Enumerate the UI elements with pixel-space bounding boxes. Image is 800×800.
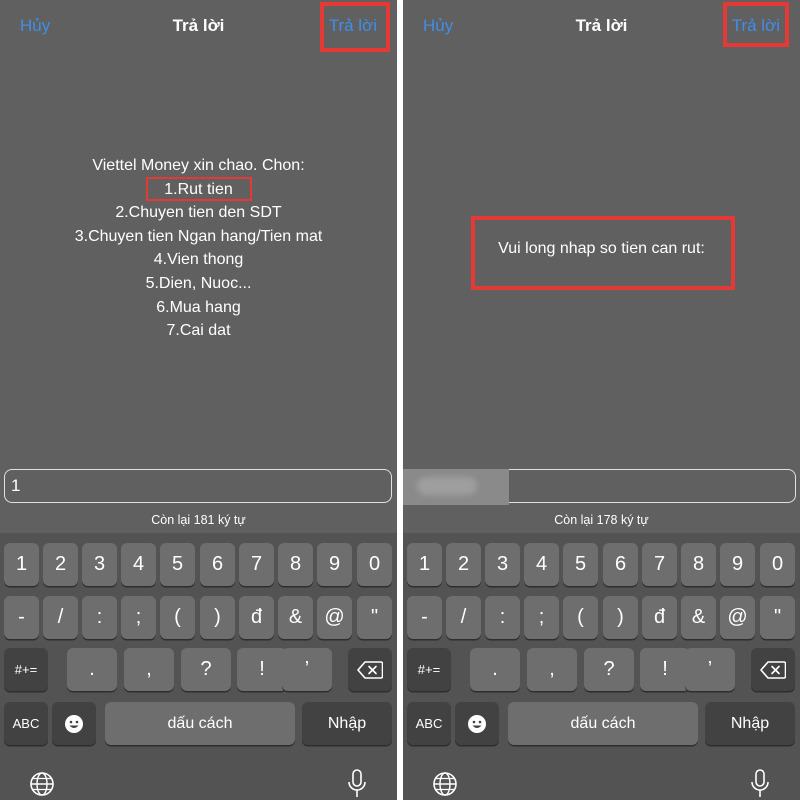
key[interactable]: . [470, 648, 520, 691]
key[interactable]: 3 [485, 543, 520, 586]
character-counter: Còn lại 181 ký tự [151, 513, 246, 527]
key[interactable]: / [446, 596, 481, 639]
key[interactable]: ’ [685, 648, 735, 691]
menu-option: 6.Mua hang [156, 298, 241, 316]
key[interactable]: 6 [200, 543, 235, 586]
key[interactable]: 9 [317, 543, 352, 586]
key[interactable]: / [43, 596, 78, 639]
backspace-key[interactable] [751, 648, 795, 691]
key[interactable]: ? [181, 648, 231, 691]
reply-input[interactable]: 1 [4, 469, 392, 503]
screen-right: Hủy Trả lời Trả lời Vui long nhap so tie… [403, 0, 800, 800]
key[interactable]: @ [720, 596, 755, 639]
key[interactable]: " [760, 596, 795, 639]
key[interactable]: ! [640, 648, 690, 691]
key[interactable]: ( [563, 596, 598, 639]
key[interactable]: : [485, 596, 520, 639]
key[interactable]: 7 [239, 543, 274, 586]
emoji-key[interactable] [52, 702, 96, 745]
option-highlight [146, 177, 252, 201]
key[interactable]: & [278, 596, 313, 639]
key[interactable]: ( [160, 596, 195, 639]
keyboard: 1 2 3 4 5 6 7 8 9 0 - / : ; ( ) đ & @ " … [0, 533, 397, 800]
key[interactable]: @ [317, 596, 352, 639]
key[interactable]: đ [642, 596, 677, 639]
reply-button-highlight [723, 2, 789, 47]
key[interactable]: , [124, 648, 174, 691]
key[interactable]: 0 [760, 543, 795, 586]
menu-option: 2.Chuyen tien den SDT [115, 204, 282, 222]
key[interactable]: 6 [603, 543, 638, 586]
menu-option: 3.Chuyen tien Ngan hang/Tien mat [74, 227, 323, 245]
key[interactable]: 1 [407, 543, 442, 586]
navigation-bar: Hủy Trả lời Trả lời [403, 0, 800, 52]
key[interactable]: 5 [160, 543, 195, 586]
menu-option: 7.Cai dat [166, 322, 231, 340]
abc-key[interactable]: ABC [4, 702, 48, 745]
key[interactable]: đ [239, 596, 274, 639]
microphone-icon[interactable] [749, 769, 771, 799]
symbols-mode-key[interactable]: #+= [407, 648, 451, 691]
key[interactable]: ! [237, 648, 287, 691]
key[interactable]: 1 [4, 543, 39, 586]
key[interactable]: . [67, 648, 117, 691]
key[interactable]: ) [200, 596, 235, 639]
space-key[interactable]: dấu cách [508, 702, 698, 745]
microphone-icon[interactable] [346, 769, 368, 799]
key[interactable]: 0 [357, 543, 392, 586]
globe-icon[interactable] [432, 771, 458, 797]
menu-option: 4.Vien thong [153, 251, 244, 269]
key[interactable]: : [82, 596, 117, 639]
key[interactable]: 4 [524, 543, 559, 586]
redacted-input-area [403, 469, 509, 505]
menu-greeting: Viettel Money xin chao. Chon: [92, 157, 305, 174]
key[interactable]: 2 [446, 543, 481, 586]
space-key[interactable]: dấu cách [105, 702, 295, 745]
key[interactable]: , [527, 648, 577, 691]
key[interactable]: 8 [681, 543, 716, 586]
key[interactable]: 7 [642, 543, 677, 586]
emoji-key[interactable] [455, 702, 499, 745]
key[interactable]: 4 [121, 543, 156, 586]
backspace-key[interactable] [348, 648, 392, 691]
key[interactable]: ? [584, 648, 634, 691]
key[interactable]: 5 [563, 543, 598, 586]
return-key[interactable]: Nhập [302, 702, 392, 745]
key[interactable]: 3 [82, 543, 117, 586]
symbols-mode-key[interactable]: #+= [4, 648, 48, 691]
key[interactable]: ) [603, 596, 638, 639]
abc-key[interactable]: ABC [407, 702, 451, 745]
key[interactable]: & [681, 596, 716, 639]
navigation-bar: Hủy Trả lời Trả lời [0, 0, 397, 52]
character-counter: Còn lại 178 ký tự [554, 513, 649, 527]
screen-left: Hủy Trả lời Trả lời Viettel Money xin ch… [0, 0, 397, 800]
backspace-icon [357, 660, 383, 679]
key[interactable]: ; [524, 596, 559, 639]
key[interactable]: " [357, 596, 392, 639]
backspace-icon [760, 660, 786, 679]
key[interactable]: ; [121, 596, 156, 639]
ussd-prompt-message: Vui long nhap so tien can rut: [498, 240, 705, 257]
reply-button-highlight [320, 2, 390, 52]
key[interactable]: - [4, 596, 39, 639]
key[interactable]: 9 [720, 543, 755, 586]
menu-option: 5.Dien, Nuoc... [145, 274, 252, 292]
key[interactable]: 8 [278, 543, 313, 586]
emoji-icon [65, 714, 83, 733]
globe-icon[interactable] [29, 771, 55, 797]
return-key[interactable]: Nhập [705, 702, 795, 745]
emoji-icon [468, 714, 486, 733]
key[interactable]: - [407, 596, 442, 639]
keyboard: 1 2 3 4 5 6 7 8 9 0 - / : ; ( ) đ & @ " … [403, 533, 800, 800]
key[interactable]: 2 [43, 543, 78, 586]
blur-mask [417, 477, 477, 495]
key[interactable]: ’ [282, 648, 332, 691]
